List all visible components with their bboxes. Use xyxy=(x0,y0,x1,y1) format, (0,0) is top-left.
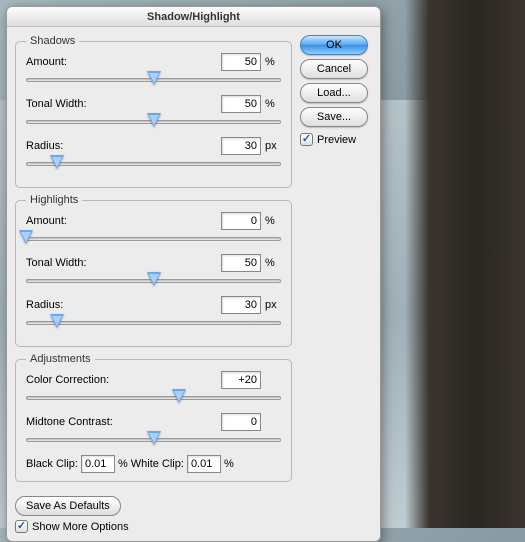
highlights-amount-label: Amount: xyxy=(26,215,217,227)
mc-label: Midtone Contrast: xyxy=(26,416,217,428)
highlights-radius-label: Radius: xyxy=(26,299,217,311)
highlights-tonal-input[interactable] xyxy=(221,254,261,272)
slider-thumb-icon[interactable] xyxy=(19,230,33,244)
black-clip-label: Black Clip: xyxy=(26,458,78,470)
preview-checkbox[interactable]: ✓ xyxy=(300,133,313,146)
mc-input[interactable] xyxy=(221,413,261,431)
highlights-radius-unit: px xyxy=(265,299,281,311)
highlights-radius-input[interactable] xyxy=(221,296,261,314)
show-more-checkbox[interactable]: ✓ xyxy=(15,520,28,533)
adjustments-group: Adjustments Color Correction: Midtone Co… xyxy=(15,353,292,482)
highlights-legend: Highlights xyxy=(26,194,82,206)
preview-label: Preview xyxy=(317,134,356,146)
highlights-tonal-slider[interactable] xyxy=(26,274,281,290)
cc-slider[interactable] xyxy=(26,391,281,407)
shadows-tonal-slider[interactable] xyxy=(26,115,281,131)
shadows-legend: Shadows xyxy=(26,35,79,47)
shadows-tonal-input[interactable] xyxy=(221,95,261,113)
dialog-title: Shadow/Highlight xyxy=(7,7,380,27)
white-clip-label: White Clip: xyxy=(131,458,184,470)
highlights-amount-input[interactable] xyxy=(221,212,261,230)
shadow-highlight-dialog: Shadow/Highlight Shadows Amount: % Tonal… xyxy=(6,6,381,542)
slider-thumb-icon[interactable] xyxy=(147,431,161,445)
shadows-tonal-unit: % xyxy=(265,98,281,110)
shadows-amount-label: Amount: xyxy=(26,56,217,68)
slider-thumb-icon[interactable] xyxy=(147,71,161,85)
shadows-radius-unit: px xyxy=(265,140,281,152)
save-defaults-button[interactable]: Save As Defaults xyxy=(15,496,121,516)
slider-thumb-icon[interactable] xyxy=(147,272,161,286)
shadows-radius-input[interactable] xyxy=(221,137,261,155)
white-clip-input[interactable] xyxy=(187,455,221,473)
slider-thumb-icon[interactable] xyxy=(50,155,64,169)
shadows-radius-label: Radius: xyxy=(26,140,217,152)
highlights-group: Highlights Amount: % Tonal Width: % xyxy=(15,194,292,347)
shadows-group: Shadows Amount: % Tonal Width: % xyxy=(15,35,292,188)
black-clip-input[interactable] xyxy=(81,455,115,473)
highlights-tonal-unit: % xyxy=(265,257,281,269)
mc-slider[interactable] xyxy=(26,433,281,449)
highlights-radius-slider[interactable] xyxy=(26,316,281,332)
save-button[interactable]: Save... xyxy=(300,107,368,127)
highlights-amount-slider[interactable] xyxy=(26,232,281,248)
adjustments-legend: Adjustments xyxy=(26,353,95,365)
ok-button[interactable]: OK xyxy=(300,35,368,55)
cc-label: Color Correction: xyxy=(26,374,217,386)
shadows-amount-slider[interactable] xyxy=(26,73,281,89)
shadows-amount-input[interactable] xyxy=(221,53,261,71)
shadows-amount-unit: % xyxy=(265,56,281,68)
cc-input[interactable] xyxy=(221,371,261,389)
show-more-label: Show More Options xyxy=(32,521,129,533)
shadows-tonal-label: Tonal Width: xyxy=(26,98,217,110)
shadows-radius-slider[interactable] xyxy=(26,157,281,173)
highlights-amount-unit: % xyxy=(265,215,281,227)
load-button[interactable]: Load... xyxy=(300,83,368,103)
black-clip-unit: % xyxy=(118,458,128,470)
highlights-tonal-label: Tonal Width: xyxy=(26,257,217,269)
slider-thumb-icon[interactable] xyxy=(147,113,161,127)
cancel-button[interactable]: Cancel xyxy=(300,59,368,79)
white-clip-unit: % xyxy=(224,458,234,470)
slider-thumb-icon[interactable] xyxy=(50,314,64,328)
slider-thumb-icon[interactable] xyxy=(172,389,186,403)
